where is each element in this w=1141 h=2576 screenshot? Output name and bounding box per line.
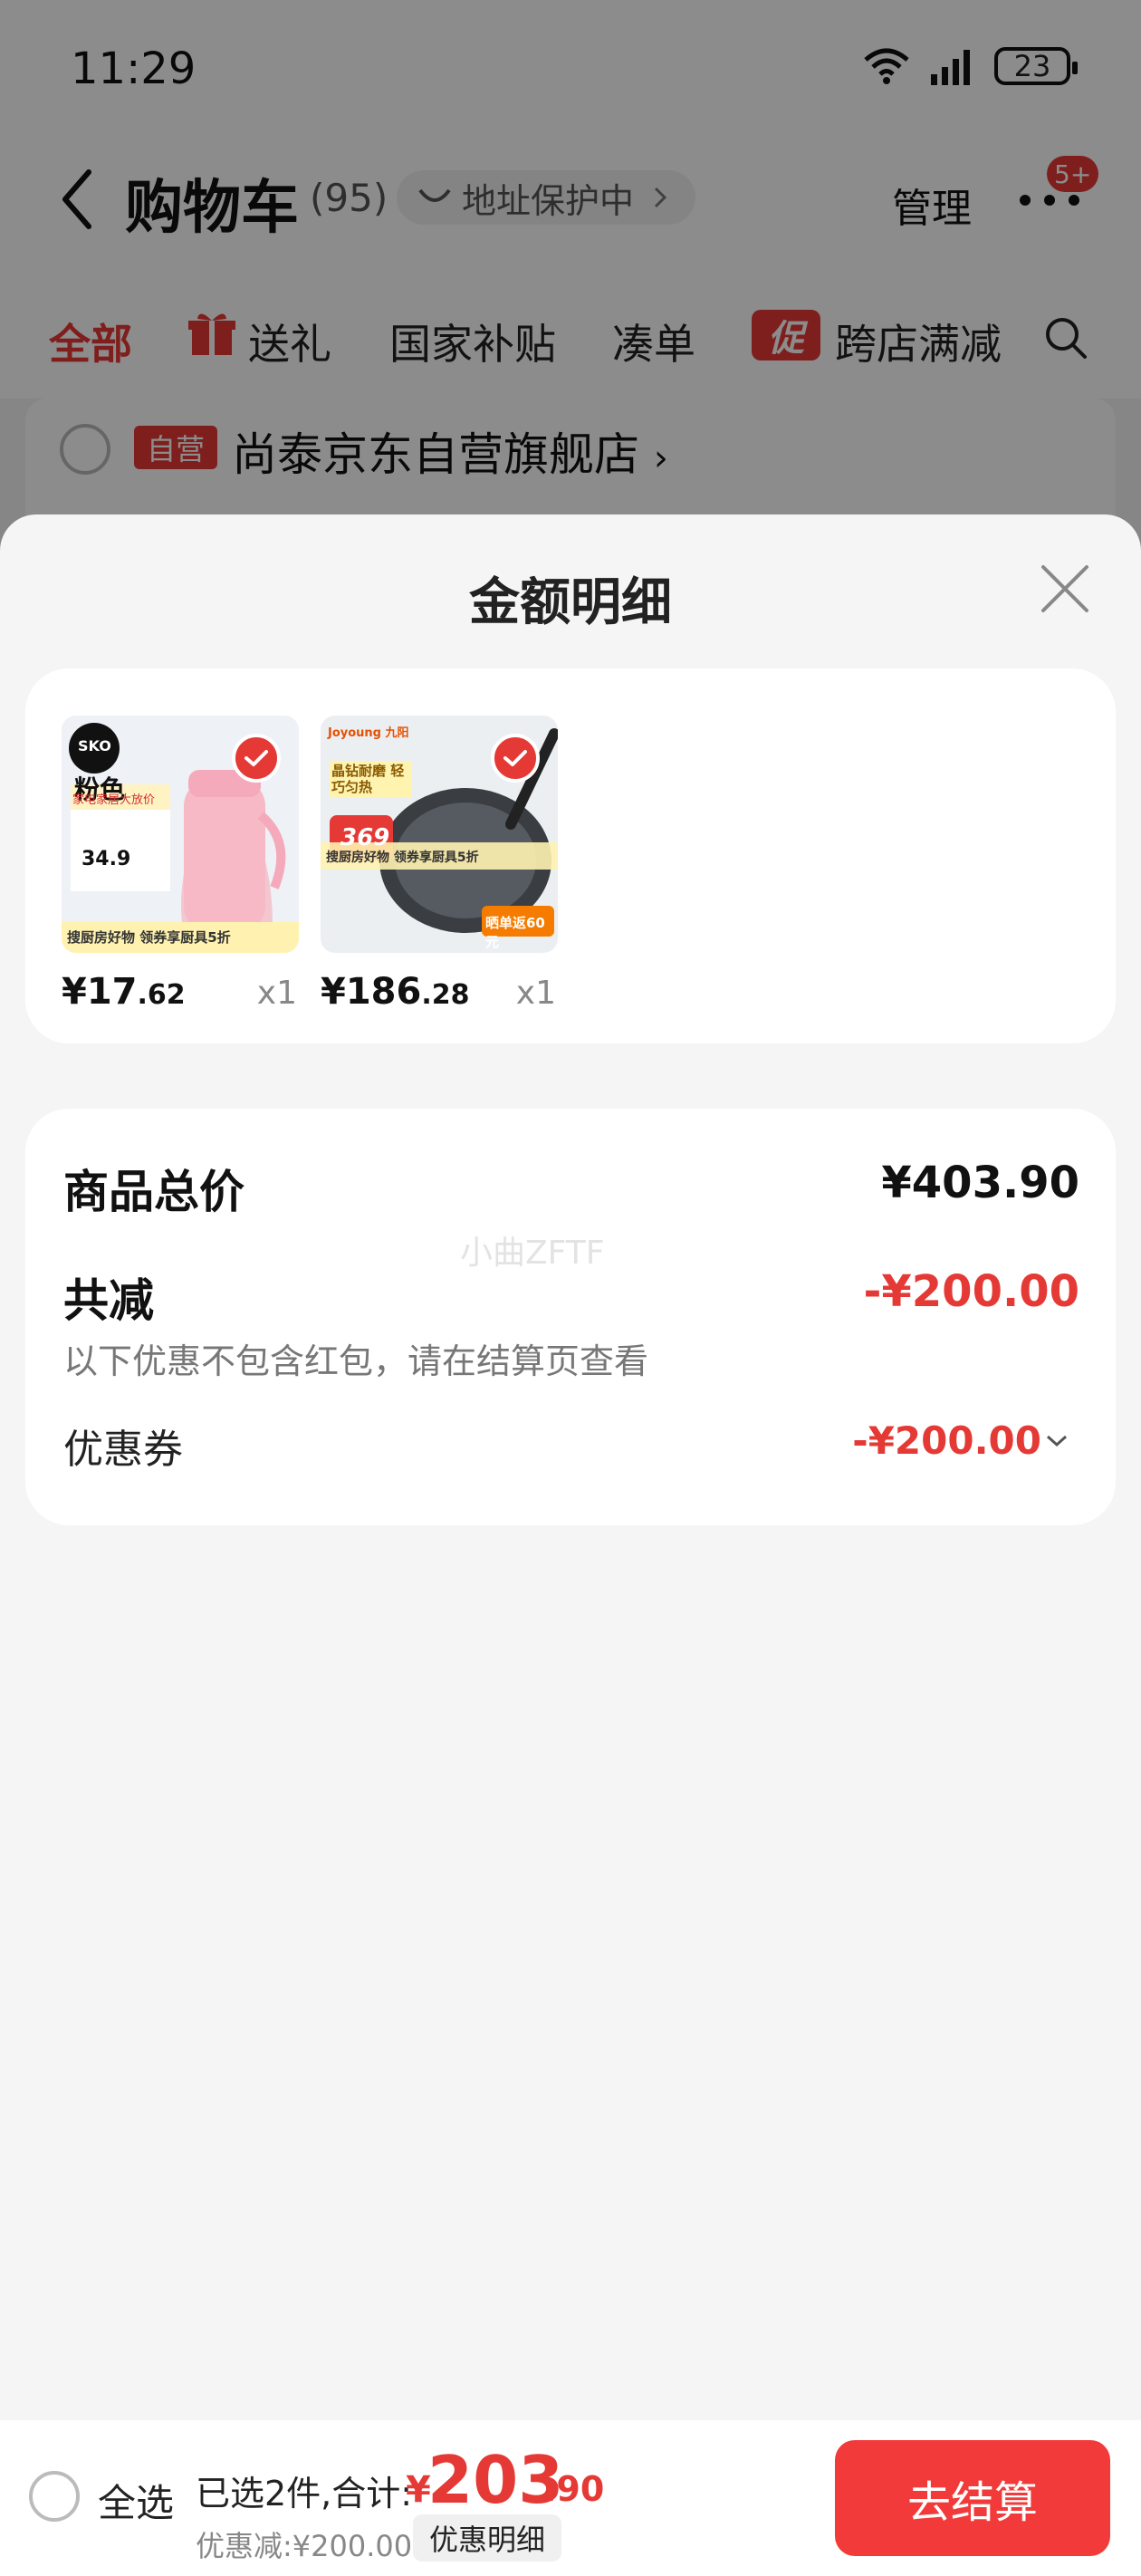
items-card: SKO 粉色 家电家居大放价 34.9 搜厨房好物 领券享厨具5折 ¥17.62… [25,668,1116,1043]
total-price-value: ¥403.90 [881,1158,1079,1208]
discount-amount: 优惠减:¥200.00 [196,2529,413,2563]
product-image: Joyoung 九阳 晶钻耐磨 轻巧匀热 369 搜厨房好物 领券享厨具5折 晒… [321,716,558,953]
selected-summary: 已选2件,合计: [196,2474,413,2514]
checked-icon[interactable] [232,734,281,783]
total-amount-decimal: .90 [543,2469,605,2509]
product-price: ¥17.62 [62,971,186,1013]
close-icon[interactable] [1040,563,1090,614]
discount-detail-button[interactable]: 优惠明细 [413,2514,562,2562]
watermark: 小曲ZFTF [460,1235,605,1272]
select-all-radio[interactable] [29,2471,80,2522]
product-price-tag: 34.9 [82,848,131,870]
sheet-title: 金额明细 [469,573,672,632]
product-banner: 搜厨房好物 领券享厨具5折 [67,929,231,946]
product-image: SKO 粉色 家电家居大放价 34.9 搜厨房好物 领券享厨具5折 [62,716,299,953]
product-brand: Joyoung 九阳 [328,726,409,740]
product-qty: x1 [515,975,556,1012]
product-banner: 搜厨房好物 领券享厨具5折 [326,851,479,865]
product-promo: 家电家居大放价 [72,793,156,807]
chevron-down-icon[interactable] [1045,1433,1069,1449]
select-all-label[interactable]: 全选 [98,2473,174,2528]
amount-detail-sheet: 金额明细 SKO 粉色 家电家居大放价 34.9 搜厨房好物 领券享厨具5折 ¥… [0,514,1141,2576]
checkout-bar: 全选 已选2件,合计: ¥ 203 .90 优惠减:¥200.00 优惠明细 去… [0,2420,1141,2576]
product-price: ¥186.28 [321,971,470,1013]
total-price-label: 商品总价 [63,1166,244,1218]
product-headline: 晶钻耐磨 轻巧匀热 [331,763,405,795]
product-brand: SKO [78,737,111,755]
product-qty: x1 [256,975,297,1012]
product-corner-tag: 晒单返60元 [485,915,545,950]
price-summary-card: 商品总价 ¥403.90 小曲ZFTF 共减 -¥200.00 以下优惠不包含红… [25,1109,1116,1525]
total-reduce-label: 共减 [63,1274,154,1327]
product-item[interactable]: Joyoung 九阳 晶钻耐磨 轻巧匀热 369 搜厨房好物 领券享厨具5折 晒… [321,716,558,1013]
coupon-value[interactable]: -¥200.00 [852,1418,1041,1463]
total-reduce-value: -¥200.00 [863,1266,1079,1317]
checked-icon[interactable] [491,734,540,783]
product-item[interactable]: SKO 粉色 家电家居大放价 34.9 搜厨房好物 领券享厨具5折 ¥17.62… [62,716,299,1013]
checkout-button[interactable]: 去结算 [835,2440,1110,2556]
coupon-label[interactable]: 优惠券 [63,1417,183,1475]
discount-note: 以下优惠不包含红包，请在结算页查看 [63,1341,649,1381]
